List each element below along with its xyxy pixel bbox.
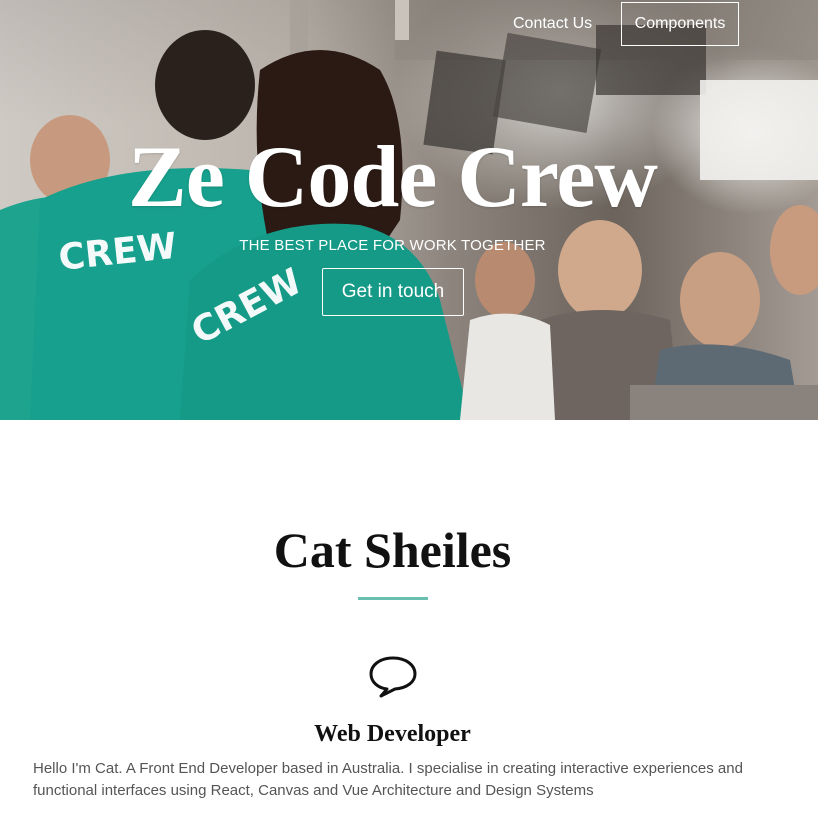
nav-contact-us-link[interactable]: Contact Us xyxy=(513,14,592,34)
hero-subtitle: THE BEST PLACE FOR WORK TOGETHER xyxy=(239,237,546,254)
hero-section: CREW CREW Contact Us Components Ze Code … xyxy=(0,0,818,420)
get-in-touch-button[interactable]: Get in touch xyxy=(322,268,464,316)
section-divider xyxy=(358,597,428,600)
nav-components-button[interactable]: Components xyxy=(621,2,739,46)
speech-bubble-icon xyxy=(369,656,417,698)
bio-text: Hello I'm Cat. A Front End Developer bas… xyxy=(33,760,743,799)
profile-name: Cat Sheiles xyxy=(273,522,512,578)
hero-title: Ze Code Crew xyxy=(128,129,658,226)
role-title: Web Developer xyxy=(314,721,471,747)
